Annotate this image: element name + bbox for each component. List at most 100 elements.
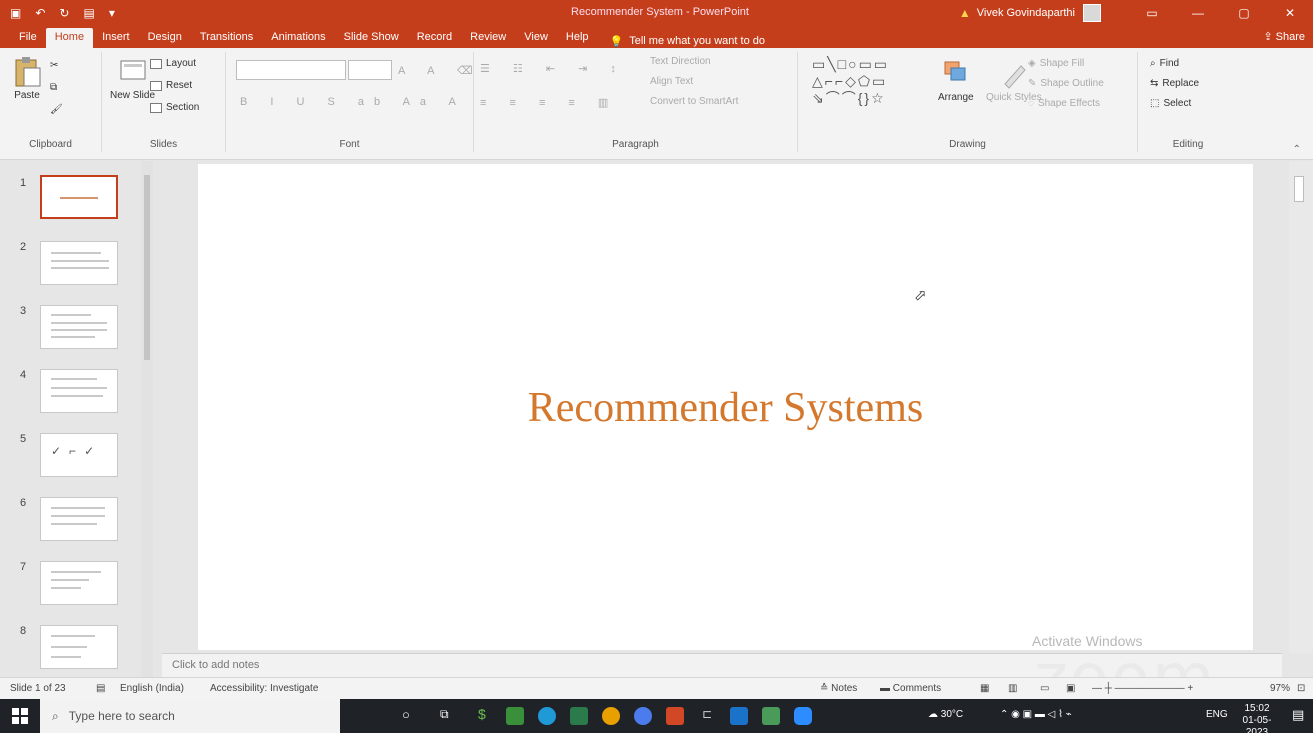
user-name[interactable]: Vivek Govindaparthi — [977, 7, 1075, 19]
shape-effects-button[interactable]: ◌ Shape Effects — [1028, 98, 1100, 109]
list-buttons[interactable]: ☰ ☷ ⇤ ⇥ ↕ — [480, 62, 626, 75]
font-size-controls[interactable]: A A ⌫ — [398, 64, 483, 77]
tab-help[interactable]: Help — [557, 28, 598, 48]
maximize-icon[interactable]: ▢ — [1221, 0, 1267, 26]
tab-record[interactable]: Record — [408, 28, 461, 48]
tab-slide-show[interactable]: Slide Show — [335, 28, 408, 48]
paint-bucket-icon: ◈ — [1028, 58, 1036, 69]
fit-slide-icon[interactable]: ⊡ — [1297, 683, 1305, 694]
slide-thumbnail[interactable] — [40, 241, 118, 285]
tab-design[interactable]: Design — [139, 28, 191, 48]
undo-icon[interactable]: ↶ — [35, 6, 45, 20]
text-direction-button[interactable]: Text Direction — [650, 56, 711, 67]
copy-button[interactable]: ⧉ — [50, 82, 57, 93]
cortana-icon[interactable]: ○ — [402, 707, 410, 722]
shape-outline-button[interactable]: ✎ Shape Outline — [1028, 78, 1104, 89]
align-buttons[interactable]: ≡ ≡ ≡ ≡ ▥ — [480, 96, 618, 109]
shapes-gallery[interactable]: ▭╲□○▭▭ △⌐⌐◇⬠▭ ⇘⌒⌒{}☆ — [812, 56, 930, 110]
slide-thumbnail[interactable] — [40, 175, 118, 219]
shape-fill-button[interactable]: ◈ Shape Fill — [1028, 58, 1084, 69]
zoom-slider[interactable]: — ┼ ——————— + — [1092, 683, 1193, 694]
minimize-icon[interactable]: — — [1175, 0, 1221, 26]
reset-button[interactable]: Reset — [150, 80, 192, 91]
font-format-buttons[interactable]: B I U S ab Aa A — [240, 96, 466, 108]
slide-thumbnail[interactable] — [40, 625, 118, 669]
font-name-input[interactable] — [236, 60, 346, 80]
current-slide[interactable]: Recommender Systems ⬀ — [198, 164, 1253, 650]
slide-thumbnail[interactable]: ✓⌐✓ — [40, 433, 118, 477]
system-tray-icons[interactable]: ⌃ ◉ ▣ ▬ ◁ ⌇ ⌁ — [1000, 709, 1072, 720]
slide-thumbnail[interactable] — [40, 497, 118, 541]
slide-title[interactable]: Recommender Systems — [198, 384, 1253, 432]
save-icon[interactable]: ▣ — [10, 6, 21, 20]
language-status[interactable]: English (India) — [120, 683, 184, 694]
tab-view[interactable]: View — [515, 28, 557, 48]
new-slide-button[interactable]: New Slide — [110, 56, 155, 101]
section-button[interactable]: Section — [150, 102, 199, 113]
zoom-level[interactable]: 97% — [1270, 683, 1290, 694]
close-icon[interactable]: ✕ — [1267, 0, 1313, 26]
warning-icon[interactable]: ▲ — [959, 6, 971, 20]
taskbar-search[interactable]: ⌕ Type here to search — [40, 699, 340, 733]
zoom-app-icon[interactable] — [794, 707, 812, 725]
tab-animations[interactable]: Animations — [262, 28, 334, 48]
present-icon[interactable]: ▤ — [83, 6, 94, 20]
tab-transitions[interactable]: Transitions — [191, 28, 262, 48]
notes-button[interactable]: ≙ Notes — [820, 683, 857, 694]
layout-button[interactable]: Layout — [150, 58, 196, 69]
collapse-ribbon-icon[interactable]: ⌃ — [1293, 144, 1301, 155]
spelling-icon[interactable]: ▤ — [96, 683, 105, 694]
customize-icon[interactable]: ▾ — [109, 6, 115, 20]
redo-icon[interactable]: ↻ — [59, 6, 69, 20]
outlook-icon[interactable] — [730, 707, 748, 725]
slideshow-view-icon[interactable]: ▣ — [1066, 683, 1075, 694]
notes-label: Notes — [831, 683, 858, 694]
taskbar-clock[interactable]: 15:02 01-05-2023 — [1233, 703, 1281, 733]
taskbar-app-icon[interactable]: ⊏ — [702, 707, 712, 721]
chrome-icon[interactable] — [602, 707, 620, 725]
cut-button[interactable]: ✂ — [50, 60, 58, 71]
accessibility-status[interactable]: Accessibility: Investigate — [210, 683, 318, 694]
align-text-button[interactable]: Align Text — [650, 76, 693, 87]
file-manager-icon[interactable] — [506, 707, 524, 725]
font-size-input[interactable] — [348, 60, 392, 80]
weather-widget[interactable]: ☁ 30°C — [928, 709, 963, 720]
arrange-button[interactable]: Arrange — [938, 58, 974, 103]
tab-insert[interactable]: Insert — [93, 28, 139, 48]
powerpoint-icon[interactable] — [666, 707, 684, 725]
comments-button[interactable]: ▬ Comments — [880, 683, 941, 694]
paste-button[interactable]: Paste — [12, 56, 42, 101]
slide-scrollbar[interactable] — [1289, 161, 1313, 653]
drawing-group: ▭╲□○▭▭ △⌐⌐◇⬠▭ ⇘⌒⌒{}☆ Arrange Quick Styles … — [798, 52, 1138, 152]
ribbon-display-options-icon[interactable]: ▭ — [1129, 0, 1175, 26]
avatar[interactable] — [1083, 4, 1101, 22]
input-language[interactable]: ENG — [1206, 709, 1228, 720]
windows-start-icon[interactable] — [12, 708, 28, 724]
convert-smartart-button[interactable]: Convert to SmartArt — [650, 96, 738, 107]
tab-review[interactable]: Review — [461, 28, 515, 48]
normal-view-icon[interactable]: ▦ — [980, 683, 989, 694]
format-painter-button[interactable]: 🖌 — [50, 104, 63, 115]
reading-view-icon[interactable]: ▭ — [1040, 683, 1049, 694]
share-button[interactable]: ⇪ Share — [1263, 30, 1305, 43]
slide-thumbnail[interactable] — [40, 369, 118, 413]
font-group: A A ⌫ B I U S ab Aa A Font — [226, 52, 474, 152]
tell-me-box[interactable]: 💡 Tell me what you want to do — [598, 32, 771, 48]
task-view-icon[interactable]: ⧉ — [440, 707, 449, 722]
slide-scrollbar-thumb[interactable] — [1294, 176, 1304, 202]
slide-thumbnail[interactable] — [40, 305, 118, 349]
notifications-icon[interactable]: ▤ — [1292, 707, 1304, 723]
find-button[interactable]: ⌕ Find — [1150, 58, 1179, 69]
tab-home[interactable]: Home — [45, 28, 94, 48]
slide-sorter-icon[interactable]: ▥ — [1008, 683, 1017, 694]
image-viewer-icon[interactable] — [762, 707, 780, 725]
browser-icon[interactable] — [634, 707, 652, 725]
thumbnail-scrollbar-thumb[interactable] — [144, 175, 150, 360]
spreadsheet-icon[interactable] — [570, 707, 588, 725]
money-app-icon[interactable]: $ — [478, 706, 486, 722]
select-button[interactable]: ⬚ Select — [1150, 98, 1191, 109]
edge-icon[interactable] — [538, 707, 556, 725]
slide-thumbnail[interactable] — [40, 561, 118, 605]
replace-button[interactable]: ⇆ Replace — [1150, 78, 1199, 89]
tab-file[interactable]: File — [10, 28, 46, 48]
